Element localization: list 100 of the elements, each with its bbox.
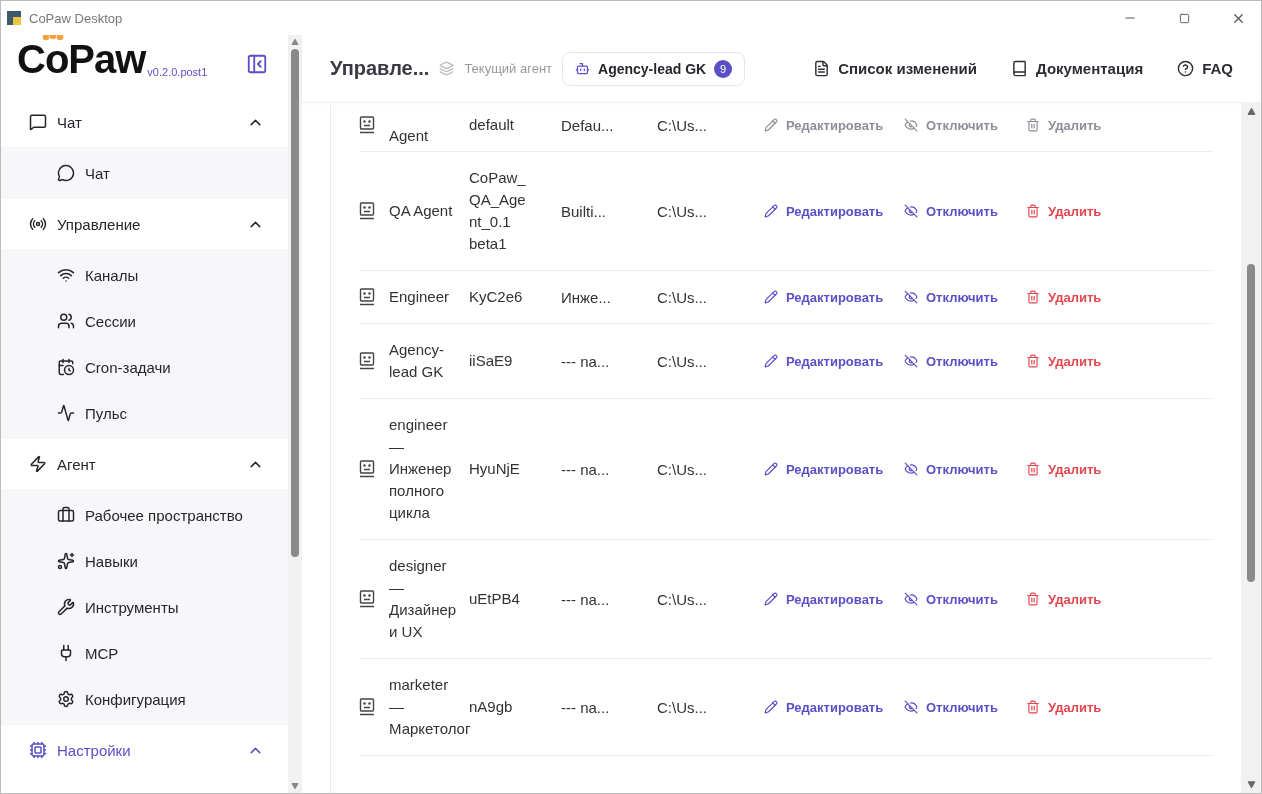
delete-button[interactable]: Удалить — [1026, 289, 1126, 305]
agent-path: C:\Us... — [657, 288, 708, 306]
pencil-icon — [764, 290, 778, 304]
agent-path: C:\Us... — [657, 116, 708, 134]
edit-button[interactable]: Редактировать — [764, 353, 904, 369]
header-link[interactable]: Список изменений — [813, 60, 978, 77]
eye-off-icon — [904, 700, 918, 714]
delete-button[interactable]: Удалить — [1026, 699, 1126, 715]
edit-button[interactable]: Редактировать — [764, 203, 904, 219]
agent-name: Agency-lead GK — [388, 340, 446, 382]
agent-name: engineer — Инженер полного цикла — [388, 415, 453, 523]
help-icon — [1177, 60, 1195, 77]
current-agent-label: Текущий агент — [464, 61, 553, 76]
agent-name: marketer — Маркетолог — [388, 675, 469, 739]
delete-button[interactable]: Удалить — [1026, 203, 1126, 219]
agent-description: --- na... — [561, 460, 611, 478]
trash-icon — [1026, 592, 1040, 606]
header-link[interactable]: FAQ — [1177, 60, 1233, 77]
agent-selector[interactable]: Agency-lead GK 9 — [562, 51, 746, 86]
agent-description: --- na... — [561, 352, 611, 370]
pencil-icon — [764, 592, 778, 606]
sidebar-item[interactable]: Конфигурация — [1, 676, 288, 722]
agent-description: Builti... — [561, 202, 607, 220]
screen-face-icon — [359, 352, 375, 370]
trash-icon — [1026, 204, 1040, 218]
eye-off-icon — [904, 592, 918, 606]
group-label: Агент — [57, 455, 97, 473]
trash-icon — [1026, 462, 1040, 476]
disable-button[interactable]: Отключить — [904, 289, 1026, 305]
screen-face-icon — [359, 202, 375, 220]
sidebar-item[interactable]: MCP — [1, 630, 288, 676]
edit-button[interactable]: Редактировать — [764, 699, 904, 715]
agent-id: CoPaw_QA_Agent_0.1 beta1 — [469, 168, 527, 254]
bot-icon — [575, 61, 591, 76]
paw-dots-icon — [42, 35, 64, 41]
agent-path: C:\Us... — [657, 352, 708, 370]
edit-button[interactable]: Редактировать — [764, 461, 904, 477]
delete-button[interactable]: Удалить — [1026, 353, 1126, 369]
trash-icon — [1026, 354, 1040, 368]
group-label: Чат — [57, 113, 83, 131]
sidebar-item[interactable]: Пульс — [1, 390, 288, 436]
pencil-icon — [764, 354, 778, 368]
agent-description: Defau... — [561, 116, 615, 134]
screen-face-icon — [359, 590, 375, 608]
sidebar-item[interactable]: Сессии — [1, 298, 288, 344]
agent-id: iiSaE9 — [469, 351, 514, 371]
screen-face-icon — [359, 116, 375, 134]
agent-id: KyC2e6 — [469, 287, 524, 307]
screen-face-icon — [359, 288, 375, 306]
disable-button[interactable]: Отключить — [904, 203, 1026, 219]
trash-icon — [1026, 290, 1040, 304]
disable-button[interactable]: Отключить — [904, 461, 1026, 477]
scroll-down-icon[interactable] — [1246, 780, 1256, 789]
agent-id: default — [469, 115, 516, 135]
edit-button[interactable]: Редактировать — [764, 591, 904, 607]
agent-id: nA9gb — [469, 697, 514, 717]
edit-button[interactable]: Редактировать — [764, 289, 904, 305]
agent-path: C:\Us... — [657, 202, 708, 220]
disable-button[interactable]: Отключить — [904, 699, 1026, 715]
agent-description: Инже... — [561, 288, 612, 306]
trash-icon — [1026, 700, 1040, 714]
agent-path: C:\Us... — [657, 590, 708, 608]
pencil-icon — [764, 700, 778, 714]
pencil-icon — [764, 204, 778, 218]
scrollbar-thumb[interactable] — [1247, 264, 1255, 582]
agent-id: uEtPB4 — [469, 589, 521, 609]
sidebar-item[interactable]: Рабочее пространство — [1, 492, 288, 538]
agent-name: Engineer — [388, 287, 451, 307]
app-icon — [7, 11, 21, 25]
scrollbar-thumb[interactable] — [291, 49, 299, 557]
sidebar-item[interactable]: Cron-задачи — [1, 344, 288, 390]
group-label: Управление — [57, 215, 142, 233]
delete-button[interactable]: Удалить — [1026, 461, 1126, 477]
eye-off-icon — [904, 290, 918, 304]
header-link[interactable]: Документация — [1011, 60, 1144, 77]
eye-off-icon — [904, 204, 918, 218]
disable-button[interactable]: Отключить — [904, 353, 1026, 369]
scroll-up-icon[interactable] — [1246, 107, 1256, 116]
delete-button[interactable]: Удалить — [1026, 591, 1126, 607]
logo: CoPaw — [17, 39, 146, 79]
sidebar-item[interactable]: Навыки — [1, 538, 288, 584]
agent-description: --- na... — [561, 590, 611, 608]
screen-face-icon — [359, 460, 375, 478]
content-scrollbar[interactable] — [1241, 103, 1261, 793]
sidebar-item[interactable]: Каналы — [1, 252, 288, 298]
scroll-down-icon[interactable] — [291, 782, 299, 790]
collapse-sidebar-button[interactable] — [246, 53, 268, 75]
scroll-up-icon[interactable] — [291, 38, 299, 46]
agent-name: designer — Дизайнер и UX — [388, 556, 458, 642]
maximize-icon — [1178, 12, 1190, 24]
eye-off-icon — [904, 462, 918, 476]
sidebar-item[interactable]: Инструменты — [1, 584, 288, 630]
window-title: CoPaw Desktop — [29, 10, 124, 26]
pencil-icon — [764, 118, 778, 132]
agent-path: C:\Us... — [657, 460, 708, 478]
pencil-icon — [764, 462, 778, 476]
group-label: Настройки — [57, 741, 132, 759]
disable-button[interactable]: Отключить — [904, 591, 1026, 607]
agent-path: C:\Us... — [657, 698, 708, 716]
sidebar-scrollbar[interactable] — [288, 35, 302, 793]
